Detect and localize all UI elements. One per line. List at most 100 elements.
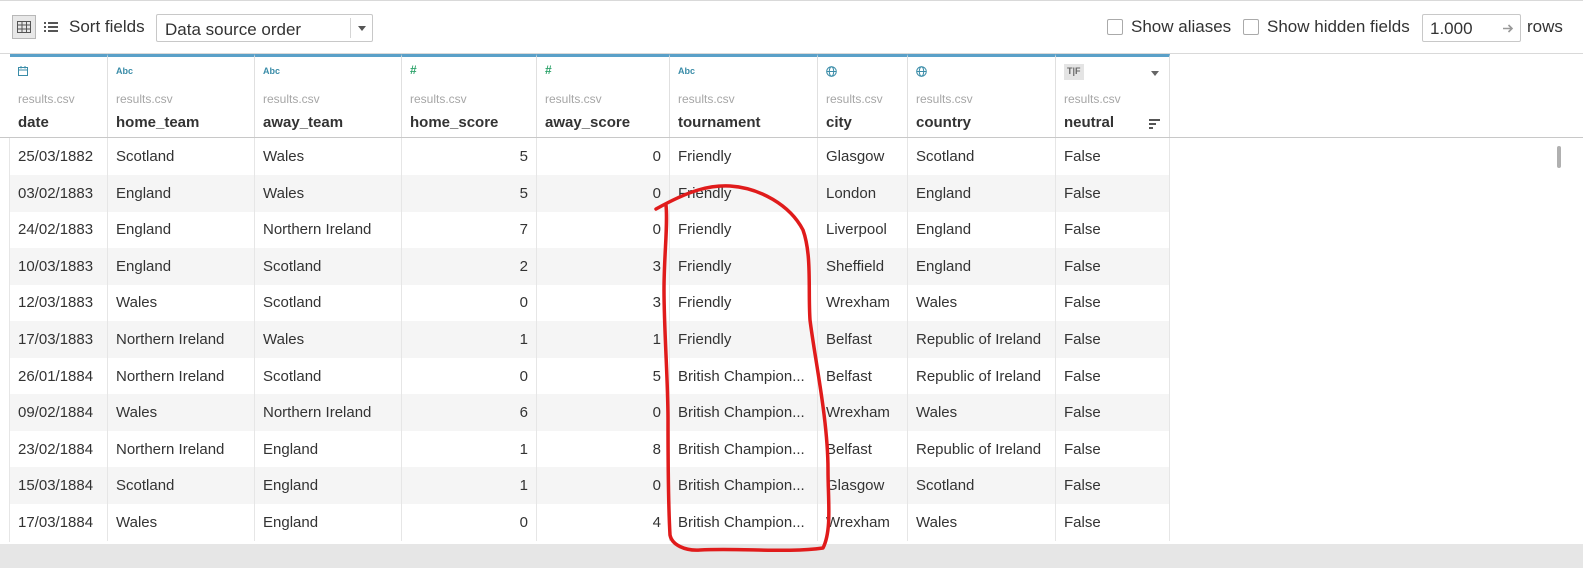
cell-tournament[interactable]: Friendly <box>670 321 818 358</box>
cell-city[interactable]: Belfast <box>818 357 908 395</box>
cell-date[interactable]: 15/03/1884 <box>10 467 108 505</box>
cell-country[interactable]: Scotland <box>908 467 1056 505</box>
cell-away-team[interactable]: Wales <box>255 321 402 358</box>
list-view-button[interactable] <box>42 15 60 39</box>
cell-country[interactable]: Wales <box>908 284 1056 322</box>
cell-city[interactable]: Wrexham <box>818 504 908 541</box>
cell-away-score[interactable]: 0 <box>537 138 670 175</box>
column-name[interactable]: home_score <box>410 114 498 131</box>
show-aliases-label[interactable]: Show aliases <box>1131 17 1231 37</box>
cell-neutral[interactable]: False <box>1056 467 1170 505</box>
cell-away-score[interactable]: 8 <box>537 430 670 468</box>
cell-home-team[interactable]: England <box>108 174 255 212</box>
cell-away-team[interactable]: Wales <box>255 138 402 175</box>
cell-home-team[interactable]: Northern Ireland <box>108 430 255 468</box>
column-name[interactable]: neutral <box>1064 114 1114 131</box>
cell-away-score[interactable]: 1 <box>537 321 670 358</box>
cell-away-score[interactable]: 0 <box>537 174 670 212</box>
cell-home-score[interactable]: 5 <box>402 138 537 175</box>
cell-date[interactable]: 10/03/1883 <box>10 247 108 285</box>
column-name[interactable]: tournament <box>678 114 761 131</box>
cell-away-score[interactable]: 0 <box>537 394 670 432</box>
cell-tournament[interactable]: British Champion... <box>670 504 818 541</box>
cell-home-team[interactable]: Wales <box>108 284 255 322</box>
cell-tournament[interactable]: Friendly <box>670 284 818 322</box>
rows-count-input[interactable]: 1.000 <box>1422 14 1521 42</box>
cell-away-score[interactable]: 4 <box>537 504 670 541</box>
cell-home-team[interactable]: Northern Ireland <box>108 357 255 395</box>
column-name[interactable]: city <box>826 114 852 131</box>
cell-city[interactable]: Wrexham <box>818 394 908 432</box>
show-hidden-fields-checkbox[interactable] <box>1243 19 1259 35</box>
cell-date[interactable]: 25/03/1882 <box>10 138 108 175</box>
cell-neutral[interactable]: False <box>1056 321 1170 358</box>
cell-date[interactable]: 24/02/1883 <box>10 211 108 249</box>
cell-home-team[interactable]: Northern Ireland <box>108 321 255 358</box>
cell-neutral[interactable]: False <box>1056 174 1170 212</box>
cell-city[interactable]: Glasgow <box>818 467 908 505</box>
column-name[interactable]: date <box>18 114 49 131</box>
cell-country[interactable]: England <box>908 211 1056 249</box>
cell-tournament[interactable]: Friendly <box>670 174 818 212</box>
cell-tournament[interactable]: British Champion... <box>670 467 818 505</box>
cell-away-team[interactable]: Wales <box>255 174 402 212</box>
cell-neutral[interactable]: False <box>1056 211 1170 249</box>
cell-city[interactable]: London <box>818 174 908 212</box>
cell-away-team[interactable]: England <box>255 504 402 541</box>
cell-home-team[interactable]: Scotland <box>108 138 255 175</box>
horizontal-scrollbar[interactable] <box>0 544 1583 568</box>
cell-home-score[interactable]: 7 <box>402 211 537 249</box>
cell-away-score[interactable]: 3 <box>537 247 670 285</box>
cell-city[interactable]: Glasgow <box>818 138 908 175</box>
column-header-home-team[interactable]: Abc results.csv home_team <box>108 54 255 137</box>
cell-country[interactable]: Wales <box>908 394 1056 432</box>
column-header-away-team[interactable]: Abc results.csv away_team <box>255 54 402 137</box>
cell-tournament[interactable]: British Champion... <box>670 357 818 395</box>
cell-city[interactable]: Sheffield <box>818 247 908 285</box>
column-header-city[interactable]: results.csv city <box>818 54 908 137</box>
column-header-date[interactable]: results.csv date <box>10 54 108 137</box>
cell-neutral[interactable]: False <box>1056 247 1170 285</box>
cell-tournament[interactable]: British Champion... <box>670 430 818 468</box>
column-name[interactable]: home_team <box>116 114 199 131</box>
sort-fields-dropdown[interactable]: Data source order <box>156 14 373 42</box>
vertical-scrollbar-thumb[interactable] <box>1557 146 1561 168</box>
column-name[interactable]: country <box>916 114 971 131</box>
cell-city[interactable]: Belfast <box>818 430 908 468</box>
cell-date[interactable]: 26/01/1884 <box>10 357 108 395</box>
cell-date[interactable]: 12/03/1883 <box>10 284 108 322</box>
cell-date[interactable]: 23/02/1884 <box>10 430 108 468</box>
cell-city[interactable]: Belfast <box>818 321 908 358</box>
cell-country[interactable]: Republic of Ireland <box>908 321 1056 358</box>
column-header-neutral[interactable]: T|F results.csv neutral <box>1056 54 1170 137</box>
grid-view-button[interactable] <box>12 15 36 39</box>
cell-away-team[interactable]: Scotland <box>255 357 402 395</box>
cell-home-team[interactable]: Wales <box>108 504 255 541</box>
cell-away-score[interactable]: 0 <box>537 467 670 505</box>
cell-country[interactable]: Republic of Ireland <box>908 430 1056 468</box>
cell-home-team[interactable]: England <box>108 247 255 285</box>
column-header-tournament[interactable]: Abc results.csv tournament <box>670 54 818 137</box>
column-name[interactable]: away_score <box>545 114 630 131</box>
cell-away-team[interactable]: England <box>255 467 402 505</box>
column-header-home-score[interactable]: # results.csv home_score <box>402 54 537 137</box>
cell-home-score[interactable]: 6 <box>402 394 537 432</box>
cell-neutral[interactable]: False <box>1056 138 1170 175</box>
cell-away-score[interactable]: 3 <box>537 284 670 322</box>
cell-country[interactable]: Wales <box>908 504 1056 541</box>
cell-home-team[interactable]: Scotland <box>108 467 255 505</box>
column-menu-dropdown-icon[interactable] <box>1151 71 1159 76</box>
cell-home-team[interactable]: England <box>108 211 255 249</box>
cell-tournament[interactable]: British Champion... <box>670 394 818 432</box>
arrow-right-icon[interactable] <box>1502 22 1515 35</box>
cell-home-score[interactable]: 1 <box>402 430 537 468</box>
cell-city[interactable]: Wrexham <box>818 284 908 322</box>
cell-country[interactable]: Republic of Ireland <box>908 357 1056 395</box>
column-header-away-score[interactable]: # results.csv away_score <box>537 54 670 137</box>
cell-home-score[interactable]: 1 <box>402 467 537 505</box>
cell-home-score[interactable]: 0 <box>402 357 537 395</box>
cell-home-score[interactable]: 0 <box>402 284 537 322</box>
column-header-country[interactable]: results.csv country <box>908 54 1056 137</box>
cell-away-team[interactable]: Northern Ireland <box>255 211 402 249</box>
cell-home-team[interactable]: Wales <box>108 394 255 432</box>
